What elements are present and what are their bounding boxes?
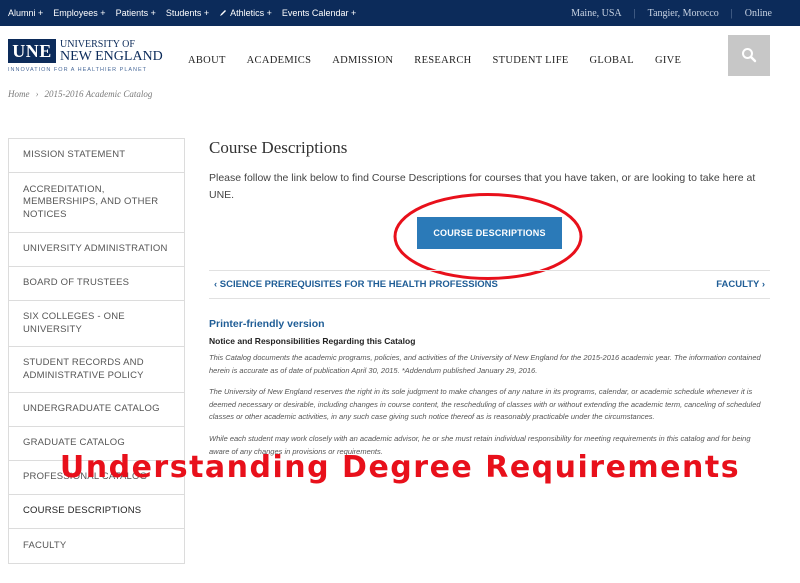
sidebar-item-mission-statement[interactable]: MISSION STATEMENT: [9, 139, 184, 173]
notice-heading: Notice and Responsibilities Regarding th…: [209, 336, 416, 346]
topbar-link-events[interactable]: Events Calendar +: [282, 8, 356, 18]
topbar-link-patients[interactable]: Patients +: [116, 8, 156, 18]
nav-admission[interactable]: ADMISSION: [332, 55, 393, 66]
main-navigation: ABOUT ACADEMICS ADMISSION RESEARCH STUDE…: [188, 55, 702, 66]
site-header: UNE UNIVERSITY OF NEW ENGLAND INNOVATION…: [0, 26, 800, 84]
logo-mark: UNE: [8, 39, 56, 63]
nav-research[interactable]: RESEARCH: [414, 55, 471, 66]
sidebar-item-six-colleges[interactable]: SIX COLLEGES - ONE UNIVERSITY: [9, 301, 184, 347]
search-icon: [742, 48, 757, 63]
catalog-pager: ‹ SCIENCE PREREQUISITES FOR THE HEALTH P…: [209, 270, 770, 299]
nav-give[interactable]: GIVE: [655, 55, 681, 66]
topbar-link-employees[interactable]: Employees +: [53, 8, 105, 18]
campus-link-online[interactable]: Online: [745, 8, 772, 19]
sidebar-item-course-descriptions[interactable]: COURSE DESCRIPTIONS: [9, 495, 184, 529]
page-title: Course Descriptions: [209, 138, 348, 157]
sidebar-item-university-administration[interactable]: UNIVERSITY ADMINISTRATION: [9, 233, 184, 267]
nav-academics[interactable]: ACADEMICS: [247, 55, 312, 66]
sidebar-item-board-of-trustees[interactable]: BOARD OF TRUSTEES: [9, 267, 184, 301]
campus-links: Maine, USA | Tangier, Morocco | Online: [571, 0, 772, 26]
campus-link-maine[interactable]: Maine, USA: [571, 8, 622, 19]
overlay-headline: Understanding Degree Requirements: [59, 450, 741, 485]
breadcrumb-home[interactable]: Home: [8, 89, 30, 99]
catalog-sidebar: MISSION STATEMENT ACCREDITATION, MEMBERS…: [8, 138, 185, 564]
notice-paragraph: This Catalog documents the academic prog…: [209, 353, 761, 375]
search-button[interactable]: [728, 35, 770, 76]
divider: |: [730, 7, 733, 19]
breadcrumb-catalog[interactable]: 2015-2016 Academic Catalog: [45, 89, 153, 99]
topbar-link-students[interactable]: Students +: [166, 8, 209, 18]
topbar-link-athletics-label: Athletics +: [230, 8, 272, 18]
logo-tagline: INNOVATION FOR A HEALTHIER PLANET: [8, 67, 148, 73]
sidebar-item-student-records[interactable]: STUDENT RECORDS AND ADMINISTRATIVE POLIC…: [9, 347, 184, 393]
audience-links: Alumni + Employees + Patients + Students…: [8, 0, 356, 26]
printer-friendly-link[interactable]: Printer-friendly version: [209, 318, 325, 330]
nav-global[interactable]: GLOBAL: [590, 55, 634, 66]
next-page-link[interactable]: FACULTY ›: [716, 279, 765, 290]
notice-paragraph: The University of New England reserves t…: [209, 387, 761, 421]
pencil-icon: [220, 10, 227, 16]
topbar-link-athletics[interactable]: Athletics +: [219, 8, 272, 18]
nav-about[interactable]: ABOUT: [188, 55, 226, 66]
sidebar-item-accreditation[interactable]: ACCREDITATION, MEMBERSHIPS, AND OTHER NO…: [9, 173, 184, 233]
topbar-link-alumni[interactable]: Alumni +: [8, 8, 43, 18]
breadcrumb-separator: ›: [35, 89, 39, 99]
sidebar-item-undergraduate-catalog[interactable]: UNDERGRADUATE CATALOG: [9, 393, 184, 427]
divider: |: [633, 7, 636, 19]
sidebar-item-faculty[interactable]: FACULTY: [9, 529, 184, 563]
campus-link-tangier[interactable]: Tangier, Morocco: [648, 8, 719, 19]
breadcrumb: Home › 2015-2016 Academic Catalog: [8, 89, 152, 99]
utility-bar: Alumni + Employees + Patients + Students…: [0, 0, 800, 26]
logo-name-line2: NEW ENGLAND: [60, 49, 163, 64]
prev-page-link[interactable]: ‹ SCIENCE PREREQUISITES FOR THE HEALTH P…: [214, 279, 498, 290]
university-logo[interactable]: UNE UNIVERSITY OF NEW ENGLAND INNOVATION…: [8, 38, 168, 78]
course-descriptions-button[interactable]: COURSE DESCRIPTIONS: [417, 217, 562, 249]
nav-student-life[interactable]: STUDENT LIFE: [493, 55, 569, 66]
